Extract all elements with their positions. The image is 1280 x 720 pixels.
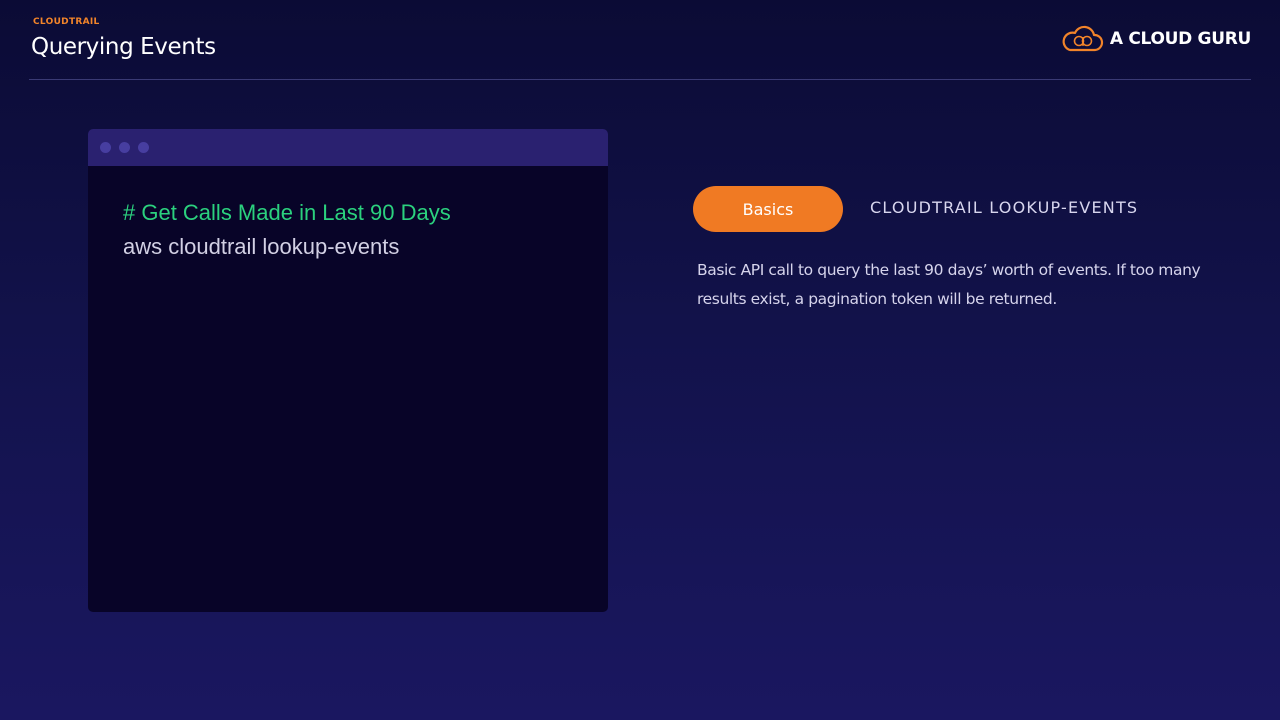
terminal-title-bar [88, 129, 608, 166]
basics-button[interactable]: Basics [693, 186, 843, 232]
header-divider [29, 79, 1251, 80]
section-eyebrow: CLOUDTRAIL [33, 17, 100, 27]
brand-logo: A CLOUD GURU [1060, 24, 1251, 54]
command-title: CLOUDTRAIL LOOKUP-EVENTS [870, 198, 1139, 217]
window-dot-icon [100, 142, 111, 153]
window-dot-icon [119, 142, 130, 153]
brand-name: A CLOUD GURU [1109, 29, 1251, 49]
cloud-logo-icon [1062, 25, 1103, 52]
terminal-body: # Get Calls Made in Last 90 Days aws clo… [88, 166, 608, 264]
terminal-window: # Get Calls Made in Last 90 Days aws clo… [88, 129, 608, 612]
code-comment: # Get Calls Made in Last 90 Days [123, 200, 451, 225]
page-title: Querying Events [31, 34, 216, 60]
code-command: aws cloudtrail lookup-events [123, 234, 400, 259]
description-text: Basic API call to query the last 90 days… [697, 261, 1201, 308]
window-dot-icon [138, 142, 149, 153]
